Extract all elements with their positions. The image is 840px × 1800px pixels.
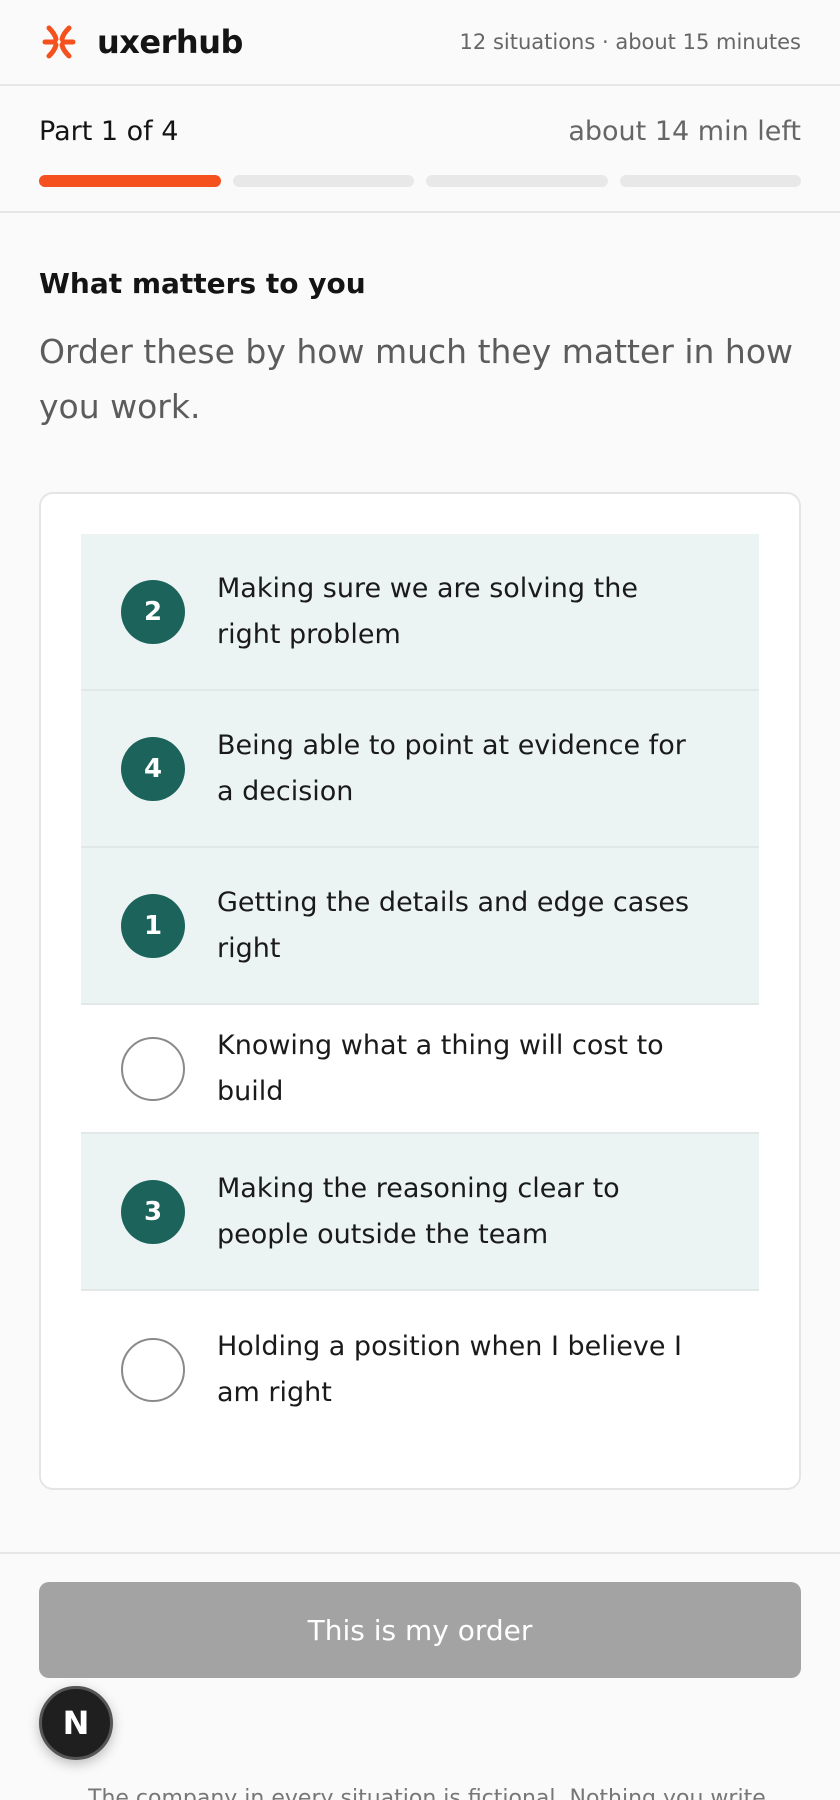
progress-bar: [39, 175, 801, 187]
ranking-item[interactable]: Holding a position when I believe I am r…: [81, 1291, 759, 1448]
question-instructions: Order these by how much they matter in h…: [39, 332, 794, 426]
brand-logo-icon: [42, 25, 76, 59]
time-left: about 14 min left: [568, 116, 801, 147]
ranking-item-label: Being able to point at evidence for a de…: [217, 729, 686, 807]
ranking-item[interactable]: 4 Being able to point at evidence for a …: [81, 691, 759, 848]
brand[interactable]: uxerhub: [39, 22, 243, 62]
question-content: What matters to you Order these by how m…: [0, 213, 840, 1490]
rank-badge: 4: [121, 736, 185, 801]
question-title: What matters to you: [39, 267, 366, 300]
rank-badge: 3: [121, 1179, 185, 1244]
ranking-item-label: Knowing what a thing will cost to build: [217, 1029, 664, 1107]
ranking-item[interactable]: 3 Making the reasoning clear to people o…: [81, 1134, 759, 1291]
progress-segment-2: [232, 175, 414, 187]
survey-meta: 12 situations · about 15 minutes: [459, 30, 801, 54]
rank-empty-circle: [121, 1337, 185, 1402]
ranking-item-label: Holding a position when I believe I am r…: [217, 1330, 682, 1408]
top-bar: uxerhub 12 situations · about 15 minutes: [0, 0, 840, 86]
ranking-item[interactable]: 1 Getting the details and edge cases rig…: [81, 848, 759, 1005]
ranking-item-label: Making sure we are solving the right pro…: [217, 572, 638, 650]
disclaimer-text: The company in every situation is fictio…: [88, 1786, 766, 1800]
progress-segment-1: [39, 175, 221, 187]
footer-divider: [0, 1552, 840, 1554]
part-label: Part 1 of 4: [39, 116, 179, 147]
rank-badge: 2: [121, 579, 185, 644]
progress-segment-4: [619, 175, 801, 187]
ranking-item[interactable]: 2 Making sure we are solving the right p…: [81, 534, 759, 691]
rank-badge: 1: [121, 893, 185, 958]
ranking-item[interactable]: Knowing what a thing will cost to build: [81, 1005, 759, 1134]
ranking-list: 2 Making sure we are solving the right p…: [39, 492, 801, 1490]
n-badge-icon[interactable]: N: [39, 1686, 113, 1760]
rank-empty-circle: [121, 1036, 185, 1101]
submit-order-button[interactable]: This is my order: [39, 1582, 801, 1678]
brand-name: uxerhub: [97, 23, 243, 61]
progress-segment-3: [426, 175, 608, 187]
progress-section: Part 1 of 4 about 14 min left: [0, 86, 840, 213]
ranking-item-label: Getting the details and edge cases right: [217, 886, 690, 964]
ranking-item-label: Making the reasoning clear to people out…: [217, 1172, 620, 1250]
